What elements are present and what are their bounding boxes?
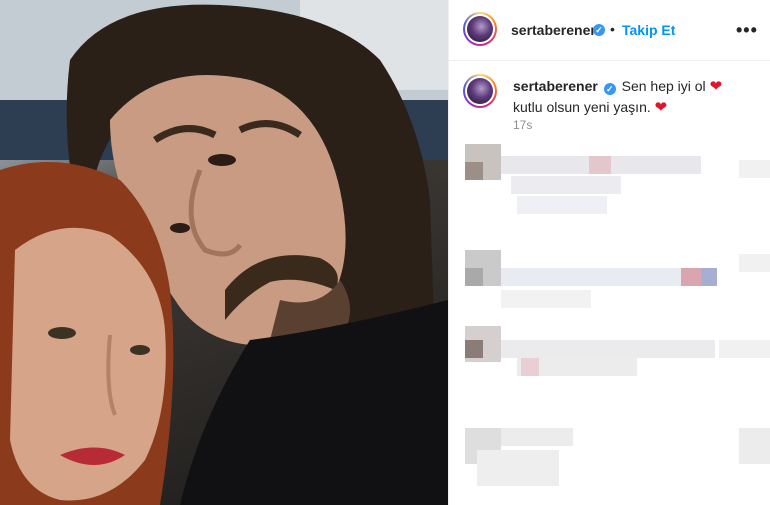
caption-username[interactable]: sertaberener (513, 78, 598, 94)
caption-text-line2: kutlu olsun yeni yaşın. (513, 99, 651, 115)
photo-illustration (0, 0, 448, 505)
caption-timestamp: 17s (513, 118, 533, 132)
author-username[interactable]: sertaberener (511, 22, 596, 38)
author-avatar[interactable] (463, 12, 497, 46)
verified-badge-icon: ✓ (603, 83, 616, 95)
post-sidebar: sertaberener ✓ • Takip Et ••• sertaberen… (448, 0, 770, 505)
caption-text-line1: Sen hep iyi ol (621, 78, 706, 94)
more-options-icon[interactable]: ••• (736, 20, 758, 41)
verified-badge-icon: ✓ (593, 24, 605, 36)
caption-avatar[interactable] (463, 74, 497, 108)
separator-dot: • (610, 21, 615, 37)
heart-icon: ❤ (709, 78, 723, 95)
post-caption: sertaberener ✓ Sen hep iyi ol ❤ kutlu ol… (513, 76, 753, 118)
post-photo[interactable] (0, 0, 448, 505)
follow-button[interactable]: Takip Et (622, 22, 675, 38)
post-header: sertaberener ✓ • Takip Et ••• (449, 0, 770, 61)
heart-icon: ❤ (654, 99, 668, 116)
